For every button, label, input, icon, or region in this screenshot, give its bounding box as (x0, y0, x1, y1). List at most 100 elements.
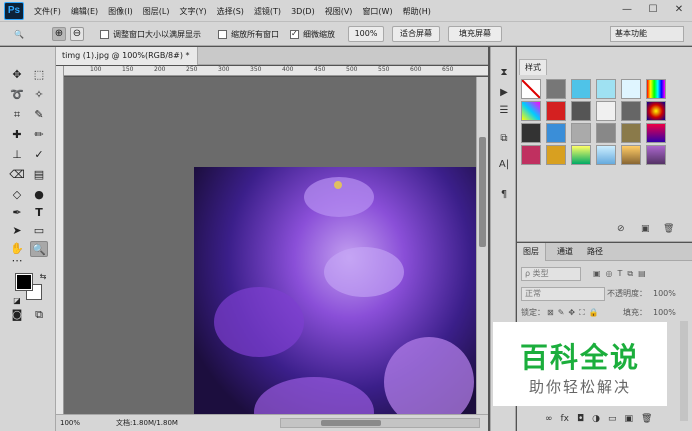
vertical-scrollbar[interactable] (476, 77, 488, 414)
style-swatch[interactable] (571, 145, 591, 165)
fit-screen-button[interactable]: 适合屏幕 (392, 26, 440, 42)
vertical-scrollbar-thumb[interactable] (479, 137, 486, 247)
layers-scrollbar[interactable] (680, 321, 688, 421)
new-style-icon[interactable]: ▣ (641, 224, 650, 234)
resize-windows-option[interactable]: 调整窗口大小以满屏显示 (100, 22, 201, 46)
eyedropper-icon[interactable]: ✎ (30, 107, 48, 123)
fill-value[interactable]: 100% (653, 305, 676, 321)
style-swatch[interactable] (646, 79, 666, 99)
magic-wand-icon[interactable]: ✧ (30, 87, 48, 103)
menu-help[interactable]: 帮助(H) (403, 6, 431, 17)
style-swatch[interactable] (521, 101, 541, 121)
filter-icons[interactable]: ▣◎T⧉▤ (593, 266, 651, 282)
style-swatch[interactable] (521, 123, 541, 143)
lock-icons[interactable]: ⊠✎✥⛶🔒 (547, 305, 603, 321)
style-swatch[interactable] (521, 145, 541, 165)
zoom-all-windows-checkbox[interactable] (218, 29, 227, 39)
new-layer-icon[interactable]: ▣ (625, 414, 634, 424)
character-panel-icon[interactable]: A| (496, 157, 512, 173)
lasso-tool-icon[interactable]: ➰ (8, 87, 26, 103)
clear-style-icon[interactable]: ⊘ (617, 224, 625, 234)
style-swatch[interactable] (646, 101, 666, 121)
menu-view[interactable]: 视图(V) (325, 6, 353, 17)
style-swatch[interactable] (621, 145, 641, 165)
tab-channels[interactable]: 通道 (551, 243, 579, 261)
dodge-tool-icon[interactable]: ● (30, 187, 48, 203)
pen-tool-icon[interactable]: ✒ (8, 205, 26, 221)
zoom-in-icon[interactable]: ⊕ (52, 27, 66, 41)
delete-layer-icon[interactable]: 🗑 (641, 414, 652, 424)
menu-type[interactable]: 文字(Y) (179, 6, 206, 17)
style-none[interactable] (521, 79, 541, 99)
menu-image[interactable]: 图像(I) (108, 6, 133, 17)
gradient-tool-icon[interactable]: ▤ (30, 167, 48, 183)
style-swatch[interactable] (546, 79, 566, 99)
healing-brush-icon[interactable]: ✚ (8, 127, 26, 143)
tab-paths[interactable]: 路径 (581, 243, 609, 261)
style-swatch[interactable] (571, 79, 591, 99)
style-swatch[interactable] (596, 123, 616, 143)
actions-panel-icon[interactable]: ▶ (496, 85, 512, 101)
type-tool-icon[interactable]: T (30, 205, 48, 221)
status-doc-info[interactable]: 文档:1.80M/1.80M (116, 415, 178, 431)
opacity-value[interactable]: 100% (653, 286, 676, 302)
add-mask-icon[interactable]: ◘ (577, 414, 584, 424)
style-swatch[interactable] (596, 79, 616, 99)
style-swatch[interactable] (646, 123, 666, 143)
blur-tool-icon[interactable]: ◇ (8, 187, 26, 203)
rectangle-tool-icon[interactable]: ▭ (30, 223, 48, 239)
foreground-color-swatch[interactable] (15, 273, 33, 291)
horizontal-scrollbar[interactable] (280, 418, 480, 428)
link-layers-icon[interactable]: ∞ (545, 414, 553, 424)
eraser-tool-icon[interactable]: ⌫ (8, 167, 26, 183)
maximize-button[interactable]: ☐ (640, 0, 666, 20)
zoom-all-windows-option[interactable]: 缩放所有窗口 (218, 22, 279, 46)
style-swatch[interactable] (571, 123, 591, 143)
zoom-out-icon[interactable]: ⊖ (70, 27, 84, 41)
workspace-select[interactable]: 基本功能 (610, 26, 684, 42)
marquee-tool-icon[interactable]: ⬚ (30, 67, 48, 83)
scrubby-zoom-option[interactable]: 细微缩放 (290, 22, 335, 46)
layer-style-icon[interactable]: fx (561, 414, 570, 424)
menu-window[interactable]: 窗口(W) (362, 6, 392, 17)
resize-windows-checkbox[interactable] (100, 29, 109, 39)
menu-layer[interactable]: 图层(L) (143, 6, 170, 17)
brush-tool-icon[interactable]: ✏ (30, 127, 48, 143)
crop-tool-icon[interactable]: ⌗ (8, 107, 26, 123)
close-button[interactable]: ✕ (666, 0, 692, 20)
blend-mode-select[interactable]: 正常 (521, 287, 605, 301)
minimize-button[interactable]: — (614, 0, 640, 20)
quick-mask-icon[interactable]: ◙ (8, 307, 26, 323)
paragraph-panel-icon[interactable]: ¶ (496, 187, 512, 203)
zoom-tool-icon[interactable]: 🔍 (30, 241, 48, 257)
style-swatch[interactable] (596, 101, 616, 121)
menu-edit[interactable]: 编辑(E) (71, 6, 98, 17)
style-swatch[interactable] (646, 145, 666, 165)
screen-mode-icon[interactable]: ⧉ (30, 307, 48, 323)
swap-colors-icon[interactable]: ⇆ (34, 269, 52, 285)
document-tab[interactable]: timg (1).jpg @ 100%(RGB/8#) * × (56, 47, 198, 78)
zoom-tool-preset-icon[interactable]: 🔍 (14, 22, 24, 46)
layer-filter-select[interactable]: ρ 类型 (521, 267, 581, 281)
clone-source-icon[interactable]: ⧉ (496, 131, 512, 147)
adjustment-layer-icon[interactable]: ◑ (592, 414, 600, 424)
status-zoom[interactable]: 100% (60, 415, 80, 431)
history-brush-icon[interactable]: ✓ (30, 147, 48, 163)
tab-layers[interactable]: 图层 (517, 243, 546, 261)
properties-panel-icon[interactable]: ☰ (496, 103, 512, 119)
clone-stamp-icon[interactable]: ⊥ (8, 147, 26, 163)
style-swatch[interactable] (546, 145, 566, 165)
style-swatch[interactable] (596, 145, 616, 165)
style-swatch[interactable] (621, 123, 641, 143)
fill-screen-button[interactable]: 填充屏幕 (448, 26, 502, 42)
style-swatch[interactable] (571, 101, 591, 121)
menu-select[interactable]: 选择(S) (217, 6, 244, 17)
menu-filter[interactable]: 滤镜(T) (254, 6, 281, 17)
move-tool-icon[interactable]: ✥ (8, 67, 26, 83)
menu-3d[interactable]: 3D(D) (291, 7, 315, 16)
style-swatch[interactable] (621, 101, 641, 121)
canvas-area[interactable] (64, 77, 476, 414)
edit-toolbar-icon[interactable]: ⋯ (8, 253, 26, 269)
zoom-value-button[interactable]: 100% (348, 26, 384, 42)
menu-file[interactable]: 文件(F) (34, 6, 61, 17)
